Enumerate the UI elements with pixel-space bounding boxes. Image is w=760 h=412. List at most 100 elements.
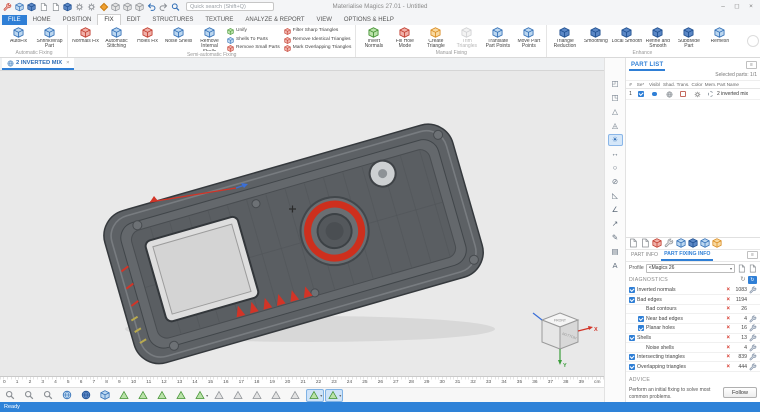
fix-wrench-icon[interactable]	[749, 344, 757, 352]
diagnostic-checkbox[interactable]	[629, 286, 635, 293]
fixing-profile-select[interactable]: <Magics 26 ▾	[645, 263, 735, 273]
remesh-button[interactable]: Remesh	[704, 26, 735, 50]
diagnostic-row[interactable]: Noise shells × 4	[626, 343, 760, 353]
redo-icon[interactable]	[158, 1, 169, 13]
minimize-button[interactable]: –	[716, 0, 730, 13]
part-duplicate-icon[interactable]	[640, 238, 650, 248]
brightness-icon[interactable]: ☀	[607, 134, 623, 146]
mark-triangle-icon[interactable]: ▾	[116, 389, 134, 402]
translate-part-points-button[interactable]: Translate Part Points	[482, 26, 513, 50]
maximize-button[interactable]: ◻	[730, 0, 744, 13]
annotation-text-icon[interactable]: A	[608, 260, 623, 272]
diagnostic-row[interactable]: Shells × 13	[626, 334, 760, 344]
shells-to-parts-button[interactable]: Shells To Parts	[227, 36, 280, 44]
dropdown-arrow-icon[interactable]: ▾	[730, 266, 732, 271]
import-part-icon[interactable]	[38, 1, 49, 13]
unify-button[interactable]: Unify	[227, 28, 280, 35]
smoothing-button[interactable]: Smoothing	[580, 26, 611, 50]
part-fix-icon[interactable]	[664, 238, 674, 248]
new-scene-icon[interactable]	[14, 1, 25, 13]
diagnostic-row[interactable]: Intersecting triangles × 839	[626, 353, 760, 363]
diagnostic-row[interactable]: Inverted normals × 1083	[626, 286, 760, 296]
remove-internal-shells-button[interactable]: Remove Internal Shells	[194, 26, 225, 52]
tab-analyze-report[interactable]: ANALYZE & REPORT	[239, 15, 310, 25]
diagnostic-checkbox[interactable]	[629, 363, 635, 370]
tab-file[interactable]: FILE	[2, 15, 27, 25]
diagnostic-checkbox[interactable]	[638, 315, 644, 322]
invert-normals-button[interactable]: Invert Normals	[358, 26, 389, 50]
create-triangle-button[interactable]: Create Triangle	[420, 26, 451, 50]
tab-part-fixing-info[interactable]: PART FIXING INFO	[661, 250, 714, 261]
mark-surface-icon[interactable]: ▾	[154, 389, 172, 402]
diagnostic-row[interactable]: Near bad edges × 4	[626, 314, 760, 325]
profile-save-icon[interactable]	[737, 264, 746, 273]
preferences-icon[interactable]	[86, 1, 97, 13]
part-row[interactable]: 1 2 inverted mix	[626, 89, 760, 100]
dropdown-arrow-icon[interactable]: ▾	[339, 393, 341, 398]
diagnostic-checkbox[interactable]	[629, 334, 635, 341]
mark-window-icon[interactable]: ▾	[192, 389, 210, 402]
measure-triangle-icon[interactable]: ◺	[608, 190, 623, 202]
viewport[interactable]: FRONT BOTTOM X Y	[0, 71, 604, 376]
part-supports-icon[interactable]	[688, 238, 698, 248]
part-export-icon[interactable]	[712, 238, 722, 248]
mark-shell-icon[interactable]: ▾	[173, 389, 191, 402]
diagnostic-row[interactable]: Bad contours × 26	[626, 305, 760, 315]
tab-home[interactable]: HOME	[27, 15, 57, 25]
annotations-page-icon[interactable]	[110, 1, 121, 13]
unzoom-view-icon[interactable]: ◳	[608, 92, 623, 104]
subdivide-part-button[interactable]: Subdivide Part	[673, 26, 704, 50]
filter-sharp-triangles-button[interactable]: Filter Sharp Triangles	[284, 28, 352, 35]
diagnostic-row[interactable]: Bad edges × 1194	[626, 295, 760, 305]
mark-outside-icon[interactable]: ▾	[249, 389, 267, 402]
undo-icon[interactable]	[146, 1, 157, 13]
fix-wrench-icon[interactable]	[749, 286, 757, 294]
select-shells-icon[interactable]: ▾	[325, 388, 344, 402]
tab-view[interactable]: VIEW	[311, 15, 338, 25]
local-smooth-button[interactable]: Local Smooth	[611, 26, 642, 50]
select-triangles-icon[interactable]: ▾	[306, 388, 325, 402]
dropdown-arrow-icon[interactable]: ▾	[320, 393, 322, 398]
3d-viewport-canvas[interactable]: FRONT BOTTOM X Y	[0, 71, 604, 376]
info-menu-icon[interactable]: ≡	[747, 251, 758, 260]
quick-search-input[interactable]	[186, 2, 274, 11]
part-selected-checkbox[interactable]	[637, 91, 644, 97]
default-views-icon[interactable]: ▾	[97, 389, 115, 402]
tab-edit[interactable]: EDIT	[121, 15, 147, 25]
part-orient-icon[interactable]	[676, 238, 686, 248]
zoom-marked-icon[interactable]: ◬	[608, 120, 623, 132]
fix-wrench-icon[interactable]	[749, 353, 757, 361]
annotation-note-icon[interactable]: ▤	[608, 246, 623, 258]
update-diagnostics-icon[interactable]: ↻	[748, 276, 757, 285]
settings-icon[interactable]	[74, 1, 85, 13]
part-color-icon[interactable]	[693, 90, 701, 98]
fix-wrench-icon[interactable]	[749, 324, 757, 332]
part-shade-icon[interactable]	[666, 91, 673, 98]
follow-button[interactable]: Follow	[723, 387, 757, 398]
remove-small-parts-button[interactable]: Remove Small Parts	[227, 45, 280, 52]
dropdown-arrow-icon[interactable]: ▾	[206, 393, 208, 398]
part-save-icon[interactable]	[628, 238, 638, 248]
normals-fix-button[interactable]: Normals Fix	[70, 26, 101, 52]
automatic-stitching-button[interactable]: Automatic Stitching	[101, 26, 132, 52]
mark-plane-icon[interactable]: ▾	[135, 389, 153, 402]
tab-structures[interactable]: STRUCTURES	[146, 15, 199, 25]
measure-angle-icon[interactable]: ∠	[608, 204, 623, 216]
mark-inside-icon[interactable]: ▾	[230, 389, 248, 402]
scene-tab[interactable]: 2 INVERTED MIX ×	[2, 58, 75, 70]
measure-diameter-icon[interactable]: ⊘	[608, 176, 623, 188]
trim-triangles-button[interactable]: Trim Triangles	[451, 26, 482, 50]
part-list-menu-icon[interactable]: ≡	[746, 61, 757, 69]
tab-fix[interactable]: FIX	[97, 14, 121, 25]
refine-and-smooth-button[interactable]: Refine and Smooth	[642, 26, 673, 50]
part-name[interactable]: 2 inverted mix	[717, 91, 759, 97]
fix-wrench-icon[interactable]	[749, 315, 757, 323]
annotation-arrow-icon[interactable]: ↗	[608, 218, 623, 230]
mark-through-icon[interactable]: ▾	[287, 389, 305, 402]
part-delete-icon[interactable]	[652, 238, 662, 248]
zoom-selection-icon[interactable]: ▾	[40, 389, 58, 402]
support-generation-icon[interactable]	[98, 1, 109, 13]
mark-brush-icon[interactable]: ▾	[211, 389, 229, 402]
remove-identical-triangles-button[interactable]: Remove Identical Triangles	[284, 36, 352, 44]
build-icon[interactable]	[62, 1, 73, 13]
